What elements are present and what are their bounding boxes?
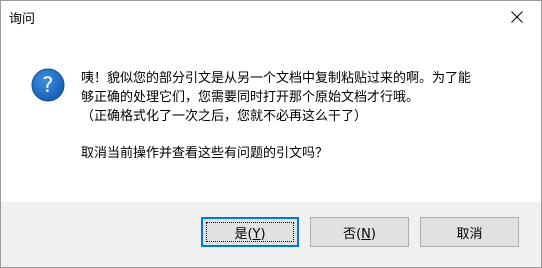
question-icon: ?	[31, 68, 65, 102]
close-button[interactable]	[495, 1, 541, 33]
message-line-1: 咦！貌似您的部分引文是从另一个文档中复制粘贴过来的啊。为了能	[81, 71, 472, 86]
message-line-2: 够正确的处理它们，您需要同时打开那个原始文档才行哦。	[81, 90, 420, 105]
no-button-label: 否(N)	[343, 226, 376, 242]
close-icon	[511, 11, 523, 23]
title-bar: 询问	[1, 1, 541, 33]
window-title: 询问	[9, 12, 36, 27]
message-line-3: （正确格式化了一次之后，您就不必再这么干了）	[81, 109, 368, 124]
no-button[interactable]: 否(N)	[310, 217, 409, 247]
question-text: 取消当前操作并查看这些有问题的引文吗？	[81, 146, 329, 161]
dialog-body: ? 咦！貌似您的部分引文是从另一个文档中复制粘贴过来的啊。为了能 够正确的处理它…	[1, 33, 541, 202]
cancel-button-label: 取消	[456, 226, 483, 242]
yes-button[interactable]: 是(Y)	[201, 217, 299, 247]
message-text: 咦！貌似您的部分引文是从另一个文档中复制粘贴过来的啊。为了能 够正确的处理它们，…	[81, 69, 531, 163]
button-bar: 是(Y) 否(N) 取消	[1, 202, 541, 267]
dialog-window: 询问 ? 咦！貌似您的部分引文是从另一个文档中复制粘贴过来的啊。为了能 够正确的…	[0, 0, 542, 268]
svg-text:?: ?	[42, 73, 53, 97]
cancel-button[interactable]: 取消	[420, 217, 519, 247]
